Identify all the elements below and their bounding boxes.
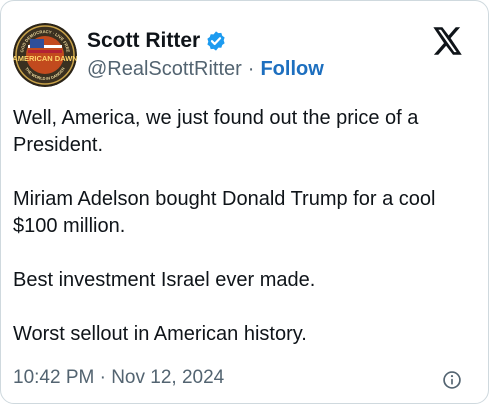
verified-badge-icon	[207, 31, 225, 51]
avatar-center-text: AMERICAN DAWN	[13, 54, 77, 63]
tweet-paragraph: Best investment Israel ever made.	[13, 269, 316, 291]
tweet-timestamp[interactable]: 10:42 PM · Nov 12, 2024	[13, 367, 224, 389]
author-handle-row: @RealScottRitter · Follow	[87, 58, 324, 81]
info-icon[interactable]	[442, 370, 462, 390]
author-name-row: Scott Ritter	[87, 27, 227, 55]
tweet-paragraph: Worst sellout in American history.	[13, 323, 307, 345]
avatar-logo-icon: AMERICAN DAWN GOD DEMOCRACY · LIVE FREE …	[13, 23, 77, 87]
x-logo-icon[interactable]	[433, 27, 463, 55]
separator-dot: ·	[247, 58, 255, 80]
tweet-paragraph: Miriam Adelson bought Donald Trump for a…	[13, 188, 436, 237]
tweet-card: AMERICAN DAWN GOD DEMOCRACY · LIVE FREE …	[0, 0, 489, 404]
author-handle[interactable]: @RealScottRitter	[87, 58, 242, 81]
author-avatar[interactable]: AMERICAN DAWN GOD DEMOCRACY · LIVE FREE …	[13, 23, 77, 87]
tweet-text: Well, America, we just found out the pri…	[13, 105, 479, 348]
tweet-paragraph: Well, America, we just found out the pri…	[13, 107, 419, 156]
follow-button[interactable]: Follow	[260, 58, 323, 81]
author-name[interactable]: Scott Ritter	[87, 29, 200, 53]
